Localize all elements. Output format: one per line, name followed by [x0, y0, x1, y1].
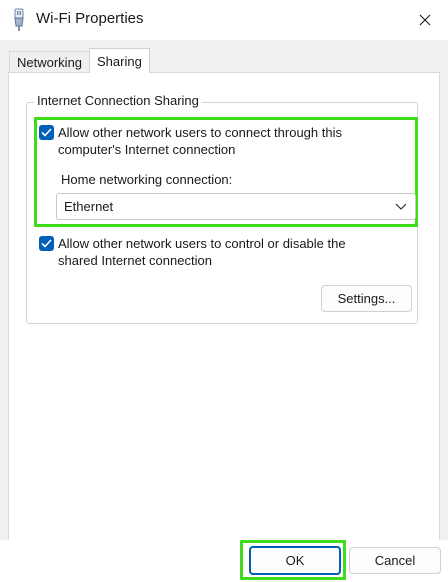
chevron-down-icon: [395, 203, 407, 210]
cancel-button[interactable]: Cancel: [349, 547, 441, 574]
allow-connect-checkbox[interactable]: [39, 125, 54, 140]
tab-sharing[interactable]: Sharing: [89, 48, 150, 73]
checkmark-icon: [41, 239, 52, 248]
close-icon: [419, 14, 431, 26]
settings-button-label: Settings...: [337, 291, 396, 306]
checkmark-icon: [41, 128, 52, 137]
cancel-button-label: Cancel: [374, 553, 416, 568]
groupbox-title: Internet Connection Sharing: [34, 93, 202, 108]
home-networking-label: Home networking connection:: [61, 172, 233, 187]
network-adapter-icon: [14, 8, 24, 31]
title-bar: Wi-Fi Properties: [0, 0, 448, 40]
allow-control-label-line2[interactable]: shared Internet connection: [58, 252, 212, 269]
ok-button[interactable]: OK: [249, 546, 341, 575]
tab-networking-label: Networking: [17, 54, 83, 70]
settings-button[interactable]: Settings...: [321, 285, 412, 312]
window-title: Wi-Fi Properties: [36, 10, 144, 27]
ok-button-label: OK: [285, 553, 305, 568]
dropdown-selected-value: Ethernet: [64, 199, 114, 214]
close-button[interactable]: [402, 0, 448, 40]
allow-connect-label-line2[interactable]: computer's Internet connection: [58, 141, 235, 158]
allow-control-checkbox[interactable]: [39, 236, 54, 251]
tab-sharing-label: Sharing: [97, 53, 142, 69]
allow-control-label-line1[interactable]: Allow other network users to control or …: [58, 235, 346, 252]
tab-networking[interactable]: Networking: [9, 51, 91, 72]
allow-connect-label-line1[interactable]: Allow other network users to connect thr…: [58, 124, 342, 141]
home-networking-dropdown[interactable]: Ethernet: [56, 193, 416, 220]
